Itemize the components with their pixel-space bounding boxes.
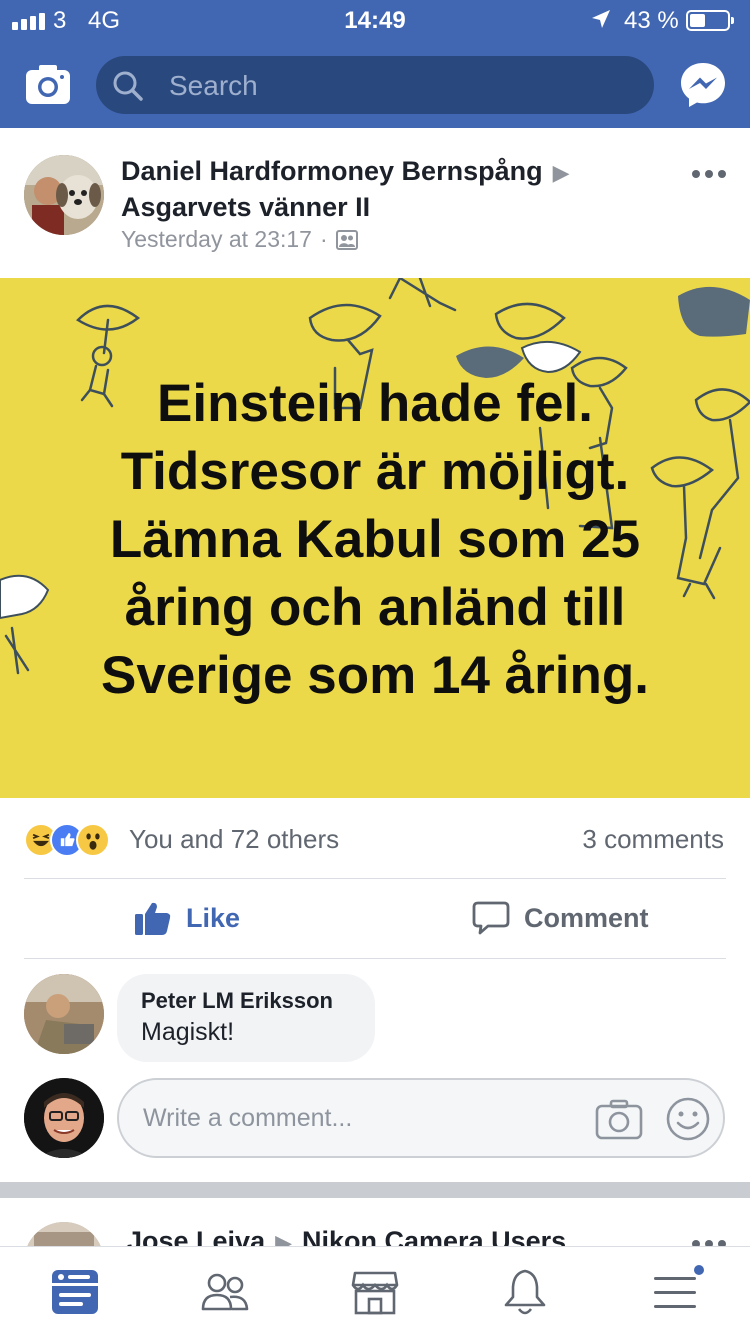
comment-text: Magiskt!: [141, 1018, 235, 1046]
image-text-line-1: Einstein hade fel.: [157, 374, 593, 433]
author-avatar[interactable]: [24, 155, 104, 235]
divider: [24, 958, 726, 959]
thumbs-up-icon: [135, 902, 171, 935]
reaction-icons[interactable]: [24, 820, 110, 860]
news-feed-icon: [52, 1270, 98, 1314]
marketplace-icon: [351, 1271, 399, 1315]
current-user-avatar: [24, 1078, 104, 1158]
battery-icon: [686, 10, 734, 31]
top-bar: 3 4G 14:49 43 % Search: [0, 0, 750, 128]
image-text-line-5: Sverige som 14 åring.: [101, 646, 649, 705]
search-input[interactable]: Search: [96, 56, 654, 114]
location-arrow-icon: [592, 10, 610, 28]
image-text-line-2: Tidsresor är möjligt.: [120, 442, 630, 501]
meta-separator: ·: [319, 226, 328, 252]
tab-menu[interactable]: [650, 1267, 700, 1317]
comment-bubble[interactable]: Peter LM Eriksson Magiskt!: [117, 974, 375, 1062]
comments-count[interactable]: 3 comments: [582, 824, 724, 855]
emoji-icon[interactable]: [665, 1096, 711, 1142]
divider: [24, 878, 726, 879]
tab-notifications[interactable]: [500, 1267, 550, 1317]
post-image-text: Einstein hade fel. Tidsresor är möjligt.…: [0, 370, 750, 710]
messenger-icon[interactable]: [678, 60, 728, 110]
commenter-name[interactable]: Peter LM Eriksson: [141, 988, 351, 1014]
post-author-name[interactable]: Daniel Hardformoney Bernspång: [121, 156, 543, 186]
image-text-line-4: åring och anländ till: [124, 578, 626, 637]
group-members-icon: [335, 229, 358, 250]
camera-icon[interactable]: [24, 62, 72, 106]
comment-bubble-icon: [472, 901, 510, 935]
post-meta: Yesterday at 23:17 ·: [121, 226, 358, 253]
post-timestamp[interactable]: Yesterday at 23:17: [121, 226, 312, 253]
tab-marketplace[interactable]: [350, 1267, 400, 1317]
search-placeholder: Search: [169, 70, 258, 101]
share-to-arrow-icon: ▶: [552, 160, 570, 185]
comment-placeholder: Write a comment...: [143, 1104, 353, 1132]
tab-friends[interactable]: [200, 1267, 250, 1317]
like-label: Like: [186, 902, 241, 933]
post-image[interactable]: Einstein hade fel. Tidsresor är möjligt.…: [0, 278, 750, 798]
feed-divider: [0, 1182, 750, 1198]
wow-icon: [76, 823, 110, 857]
post-options-icon[interactable]: [692, 170, 728, 180]
reactions-summary[interactable]: You and 72 others: [129, 824, 339, 855]
post-group-name[interactable]: Asgarvets vänner II: [121, 192, 370, 222]
commenter-avatar[interactable]: [24, 974, 104, 1054]
post-author-line: Daniel Hardformoney Bernspång ▶ Asgarvets…: [121, 154, 661, 224]
notifications-icon: [504, 1269, 546, 1315]
like-button[interactable]: Like: [134, 896, 240, 940]
battery-percent: 43 %: [624, 7, 679, 34]
status-bar: 3 4G 14:49 43 %: [0, 0, 750, 40]
photo-camera-icon[interactable]: [595, 1098, 643, 1140]
menu-badge: [692, 1263, 706, 1277]
tab-news-feed[interactable]: [50, 1267, 100, 1317]
comment-button[interactable]: Comment: [472, 896, 649, 940]
search-icon: [113, 71, 143, 101]
comment-input[interactable]: Write a comment...: [117, 1078, 725, 1158]
menu-icon: [654, 1277, 696, 1308]
friends-icon: [201, 1273, 249, 1311]
tab-bar: [0, 1246, 750, 1334]
comment-label: Comment: [524, 902, 649, 933]
image-text-line-3: Lämna Kabul som 25: [109, 510, 641, 569]
